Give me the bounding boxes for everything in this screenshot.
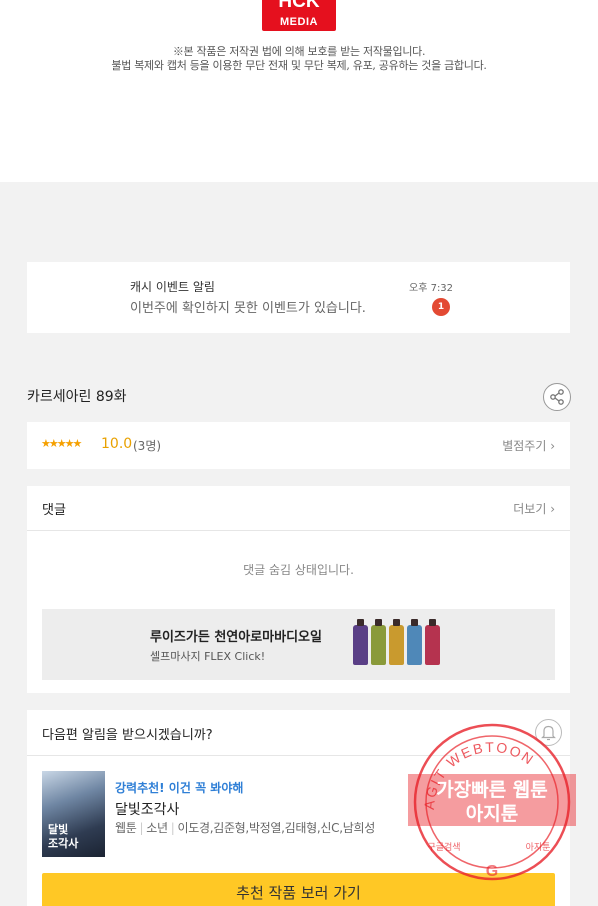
thumbnail-title: 달빛 조각사 — [48, 823, 79, 850]
notification-message: 이번주에 확인하지 못한 이벤트가 있습니다. — [130, 301, 366, 316]
notification-badge: 1 — [432, 298, 450, 316]
ad-banner[interactable]: 루이즈가든 천연아로마바디오일 셀프마사지 FLEX Click! — [42, 609, 555, 680]
ad-bottle-image — [425, 619, 440, 665]
rate-button[interactable]: 별점주기 › — [502, 437, 555, 454]
comments-title: 댓글 — [42, 503, 66, 518]
ad-bottle-image — [389, 619, 404, 665]
recommendation-genre: 소년 — [146, 821, 168, 835]
logo-text-top: HCK — [278, 0, 320, 12]
comments-more-link[interactable]: 더보기 › — [513, 500, 555, 517]
watermark-google-mark: G — [486, 863, 498, 880]
episode-title: 카르세아린 89화 — [27, 389, 127, 405]
copyright-notice-2: 불법 복제와 캡처 등을 이용한 무단 전재 및 무단 복제, 유포, 공유하는… — [111, 59, 487, 72]
recommended-thumbnail[interactable]: 달빛 조각사 — [42, 771, 105, 857]
ad-bottle-image — [371, 619, 386, 665]
ad-title: 루이즈가든 천연아로마바디오일 — [150, 630, 322, 645]
share-icon — [550, 389, 564, 405]
watermark-main-line1: 가장빠른 웹툰 — [436, 779, 548, 801]
watermark-stamp: AGIT WEBTOON 가장빠른 웹툰 아지툰 구글검색 아지툰 G — [408, 723, 576, 881]
copyright-section: HCK MEDIA ※본 작품은 저작권 법에 의해 보호를 받는 저작물입니다… — [0, 0, 598, 182]
next-episode-question: 다음편 알림을 받으시겠습니까? — [42, 728, 213, 743]
logo-text-bottom: MEDIA — [280, 16, 318, 28]
recommendation-label: 강력추천! 이건 꼭 봐야해 — [115, 781, 244, 795]
recommendation-authors: 이도경,김준형,박정열,김태형,신C,남희성 — [177, 821, 375, 835]
comments-hidden-message: 댓글 숨김 상태입니다. — [243, 563, 354, 577]
rating-count: (3명) — [133, 439, 162, 453]
ad-bottle-image — [407, 619, 422, 665]
watermark-bottom-left: 구글검색 — [427, 841, 460, 853]
share-button[interactable] — [543, 383, 571, 411]
watermark-bottom-right: 아지툰 — [526, 842, 551, 853]
watermark-main-line2: 아지툰 — [466, 803, 518, 825]
notification-time: 오후 7:32 — [409, 283, 454, 294]
notification-title: 캐시 이벤트 알림 — [130, 280, 215, 294]
publisher-logo: HCK MEDIA — [262, 0, 336, 31]
rating-stars: ★★★★★ — [41, 437, 82, 450]
ad-subtitle: 셀프마사지 FLEX Click! — [150, 650, 266, 663]
recommendation-meta: 웹툰 | 소년 | 이도경,김준형,박정열,김태형,신C,남희성 — [115, 821, 375, 835]
comments-card: 댓글 더보기 › 댓글 숨김 상태입니다. 루이즈가든 천연아로마바디오일 셀프… — [27, 486, 570, 693]
rating-score: 10.0 — [101, 436, 133, 452]
event-notification-card[interactable]: 캐시 이벤트 알림 이번주에 확인하지 못한 이벤트가 있습니다. 오후 7:3… — [27, 262, 570, 333]
ad-bottle-image — [353, 619, 368, 665]
comments-header: 댓글 더보기 › — [27, 486, 570, 531]
recommendation-type: 웹툰 — [115, 821, 137, 835]
rating-card: ★★★★★ 10.0 (3명) 별점주기 › — [27, 422, 570, 469]
recommendation-title[interactable]: 달빛조각사 — [115, 799, 179, 819]
